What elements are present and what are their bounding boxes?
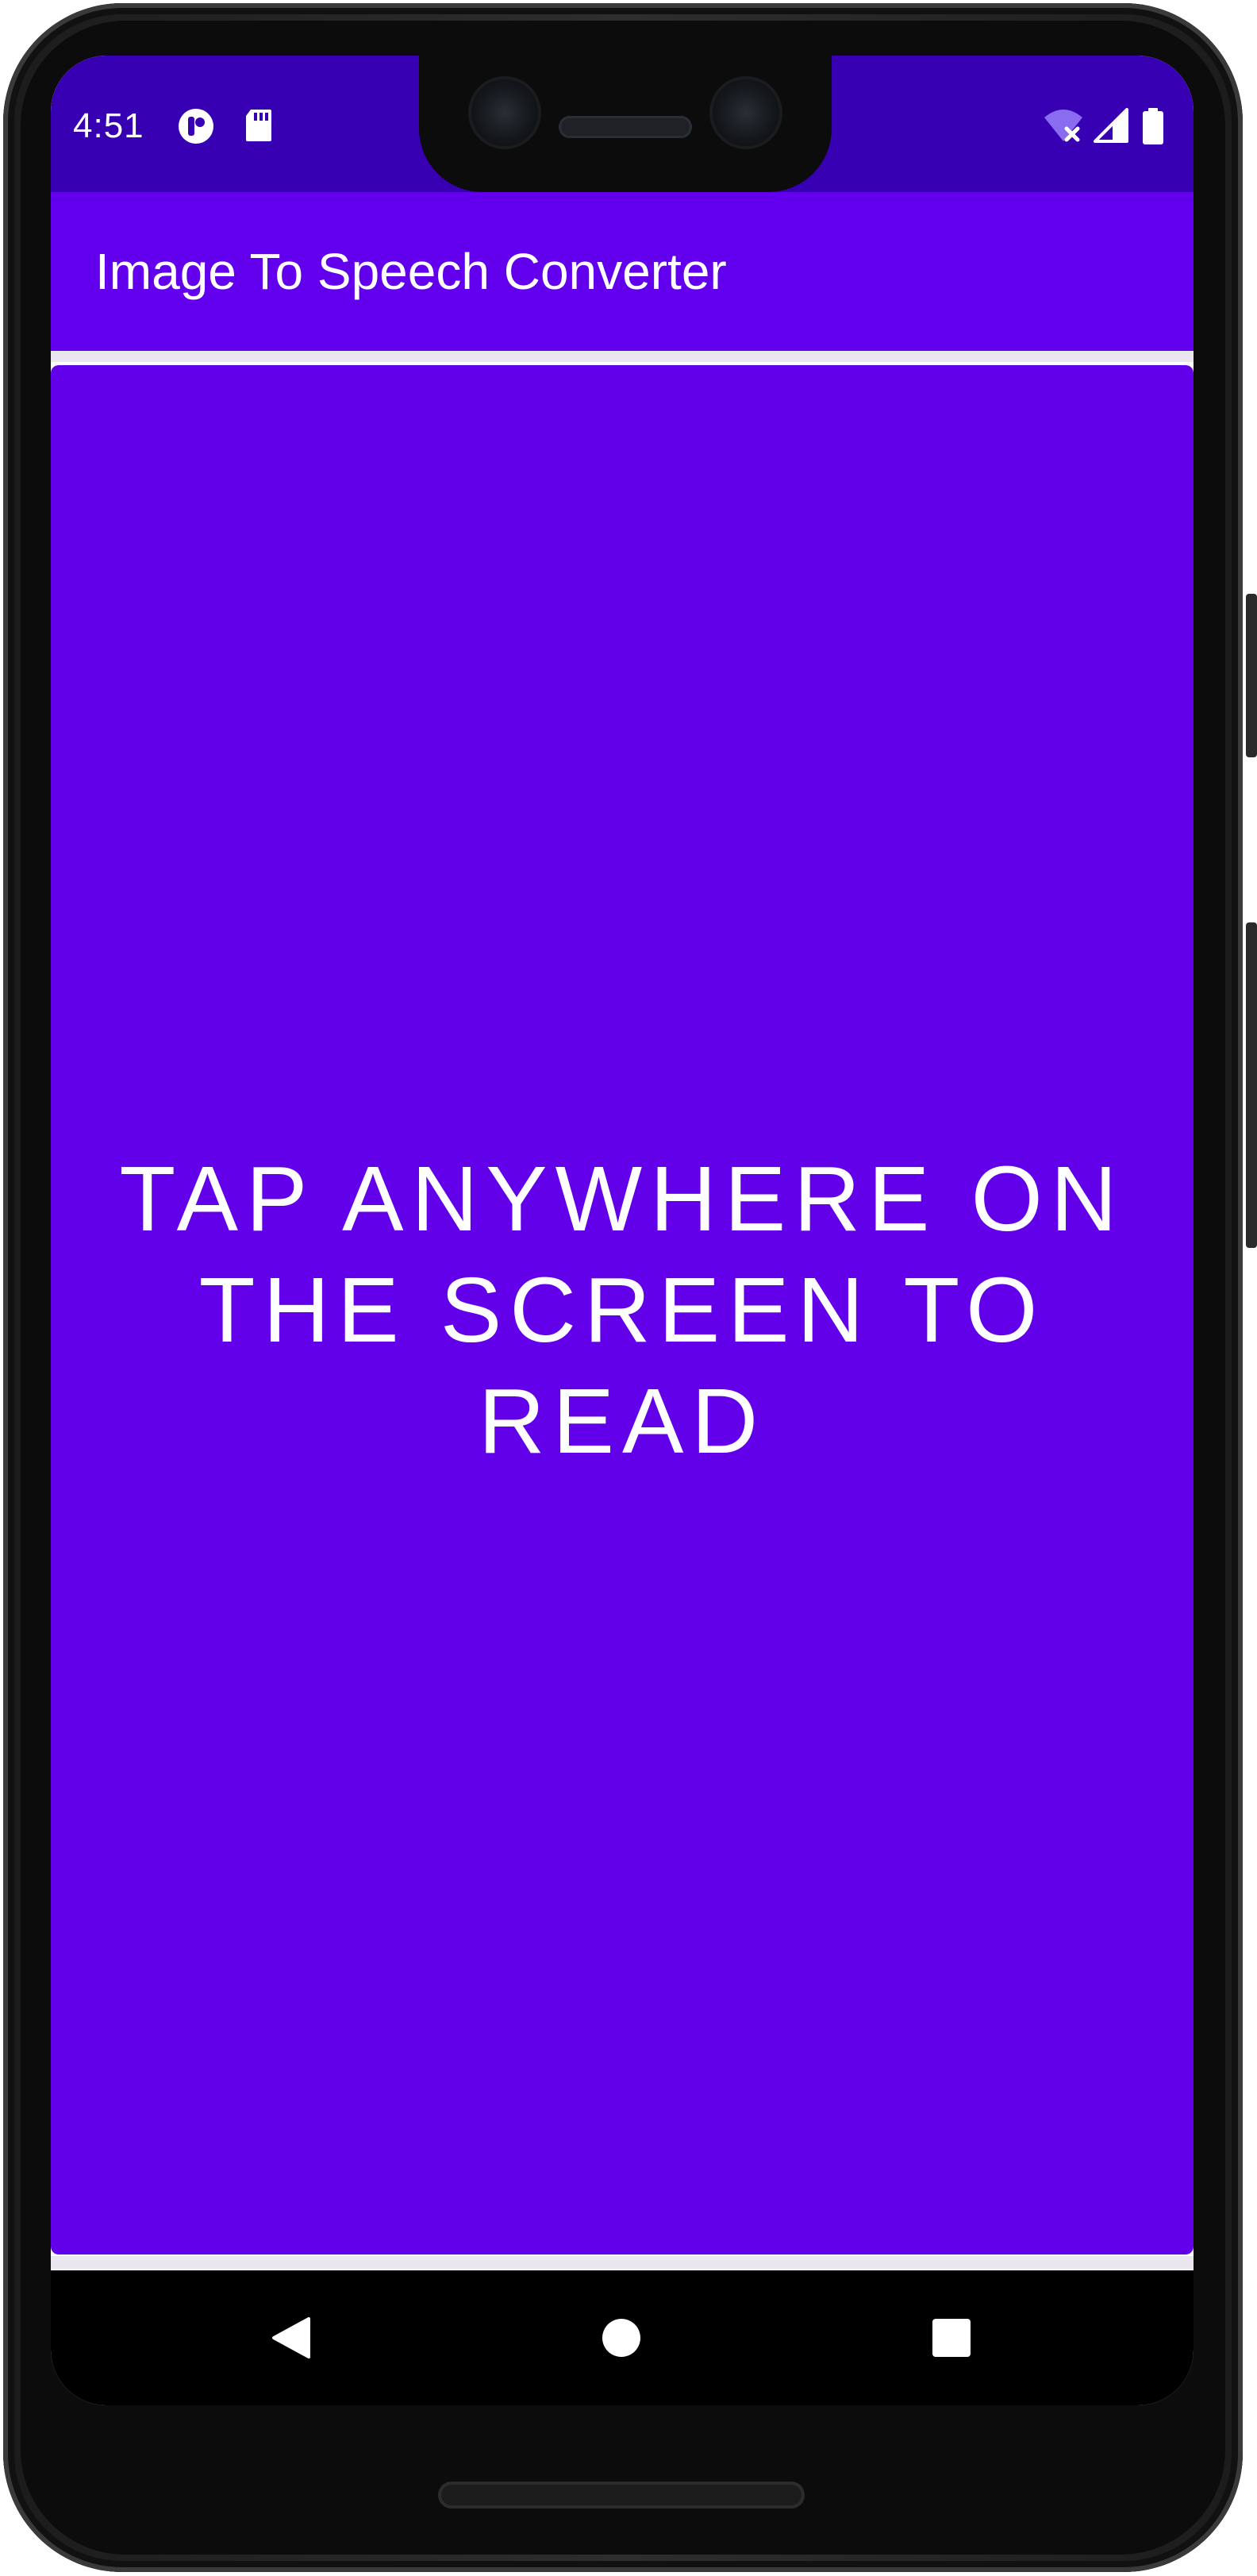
back-icon — [272, 2317, 310, 2358]
bottom-speaker-grille — [438, 2482, 805, 2509]
recents-icon — [932, 2319, 971, 2357]
display-notch — [419, 56, 832, 192]
tap-instruction-text: TAP ANYWHERE ON THE SCREEN TO READ — [119, 1147, 1125, 1473]
volume-button — [1246, 922, 1257, 1248]
recents-button[interactable] — [884, 2270, 1019, 2405]
phone-device: 4:51 Image To Speech Converter TAP ANYWH… — [0, 0, 1257, 2576]
cell-signal-icon — [1094, 108, 1128, 143]
navigation-bar — [51, 2270, 1194, 2405]
app-notification-icon — [178, 108, 214, 144]
earpiece-speaker — [559, 116, 692, 138]
status-time: 4:51 — [73, 106, 144, 145]
sd-card-icon — [244, 108, 273, 143]
home-button[interactable] — [554, 2270, 689, 2405]
front-camera-icon — [471, 79, 538, 146]
screen: 4:51 Image To Speech Converter TAP ANYWH… — [51, 56, 1194, 2405]
home-icon — [602, 2319, 640, 2357]
divider — [51, 2256, 1194, 2269]
battery-icon — [1141, 108, 1165, 144]
wifi-off-icon — [1043, 108, 1084, 143]
app-title: Image To Speech Converter — [95, 243, 727, 300]
power-button — [1246, 594, 1257, 757]
tap-to-read-area[interactable]: TAP ANYWHERE ON THE SCREEN TO READ — [51, 365, 1194, 2254]
back-button[interactable] — [224, 2270, 359, 2405]
front-camera-icon — [713, 79, 779, 146]
divider — [51, 351, 1194, 362]
app-bar: Image To Speech Converter — [51, 192, 1194, 351]
